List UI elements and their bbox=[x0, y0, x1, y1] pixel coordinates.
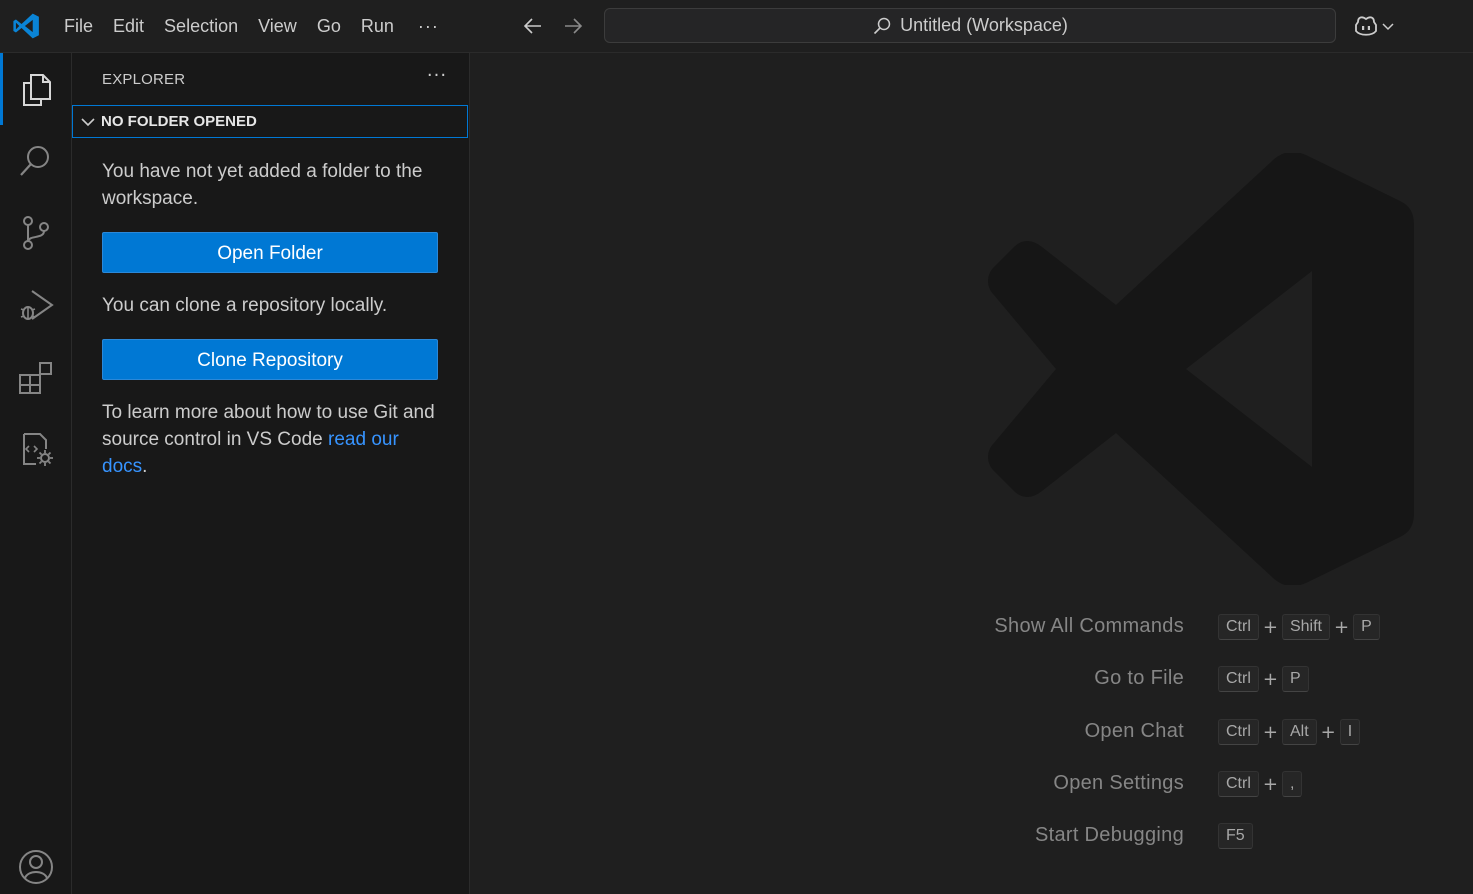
shortcut-keys: Ctrl + Alt + I bbox=[1218, 718, 1361, 746]
explorer-icon bbox=[23, 74, 51, 106]
vscode-logo-icon bbox=[13, 13, 39, 39]
section-title: NO FOLDER OPENED bbox=[101, 113, 257, 130]
key: P bbox=[1281, 666, 1309, 692]
activity-remote-explorer[interactable] bbox=[0, 413, 72, 485]
menu-selection[interactable]: Selection bbox=[154, 9, 248, 43]
activity-explorer[interactable] bbox=[0, 53, 72, 125]
activity-source-control[interactable] bbox=[0, 197, 72, 269]
menu-go[interactable]: Go bbox=[307, 9, 351, 43]
workspace-title: Untitled (Workspace) bbox=[900, 15, 1068, 35]
sidebar-title: EXPLORER bbox=[102, 71, 186, 88]
remote-explorer-icon bbox=[23, 433, 53, 466]
shortcut-label: Show All Commands bbox=[994, 615, 1184, 637]
shortcut-row[interactable]: Go to File Ctrl + P bbox=[970, 665, 1390, 695]
key: Shift bbox=[1281, 614, 1330, 640]
editor-area: Show All Commands Ctrl + Shift + P Go to Fil… bbox=[470, 53, 1473, 894]
shortcut-keys: Ctrl +, bbox=[1218, 770, 1303, 798]
key: Ctrl bbox=[1218, 666, 1259, 692]
key: , bbox=[1281, 771, 1303, 797]
open-folder-button[interactable]: Open Folder bbox=[102, 232, 438, 273]
shortcut-keys: Ctrl + P bbox=[1218, 665, 1309, 693]
command-center[interactable]: Untitled (Workspace) bbox=[604, 8, 1336, 43]
shortcut-keys: Ctrl + Shift + P bbox=[1218, 613, 1380, 641]
clone-repository-button[interactable]: Clone Repository bbox=[102, 339, 438, 380]
git-docs-message: To learn more about how to use Git and s… bbox=[102, 399, 442, 480]
key: Ctrl bbox=[1218, 771, 1259, 797]
key: Alt bbox=[1281, 719, 1317, 745]
accounts-icon bbox=[19, 850, 53, 884]
clone-message: You can clone a repository locally. bbox=[102, 295, 388, 316]
shortcut-row[interactable]: Open Chat Ctrl + Alt + I bbox=[970, 718, 1390, 748]
key: F5 bbox=[1218, 823, 1253, 849]
key-separator: + bbox=[1262, 668, 1278, 690]
activity-bar bbox=[0, 53, 72, 894]
activity-run-debug[interactable] bbox=[0, 269, 72, 341]
search-icon bbox=[874, 17, 891, 34]
shortcut-label: Open Settings bbox=[1053, 772, 1184, 794]
key: Ctrl bbox=[1218, 614, 1259, 640]
activity-extensions[interactable] bbox=[0, 341, 72, 413]
menu-run[interactable]: Run bbox=[351, 9, 404, 43]
shortcut-label: Open Chat bbox=[1084, 720, 1184, 742]
git-docs-suffix: . bbox=[142, 456, 148, 477]
extensions-icon bbox=[19, 362, 52, 394]
vscode-watermark-icon bbox=[988, 153, 1414, 585]
key: P bbox=[1353, 614, 1380, 640]
activity-search[interactable] bbox=[0, 125, 72, 197]
shortcut-label: Go to File bbox=[1094, 667, 1184, 689]
key: I bbox=[1339, 719, 1361, 745]
key-separator: + bbox=[1320, 721, 1336, 743]
menu-file[interactable]: File bbox=[54, 9, 103, 43]
shortcut-row[interactable]: Open Settings Ctrl +, bbox=[970, 770, 1390, 800]
shortcut-row[interactable]: Start Debugging F5 bbox=[970, 822, 1390, 852]
no-folder-section-header[interactable]: NO FOLDER OPENED bbox=[72, 105, 468, 138]
key: Ctrl bbox=[1218, 719, 1259, 745]
shortcut-keys: F5 bbox=[1218, 822, 1253, 850]
back-arrow-icon[interactable] bbox=[521, 14, 545, 38]
shortcut-label: Start Debugging bbox=[1034, 824, 1184, 846]
search-icon bbox=[20, 146, 49, 176]
explorer-sidebar: EXPLORER ··· NO FOLDER OPENED You have n… bbox=[72, 53, 470, 894]
chevron-down-icon bbox=[81, 117, 95, 126]
copilot-button[interactable] bbox=[1352, 13, 1402, 39]
no-folder-message: You have not yet added a folder to the w… bbox=[102, 161, 423, 209]
menu-more-button[interactable]: ··· bbox=[404, 9, 453, 43]
run-debug-icon bbox=[20, 290, 54, 320]
title-bar: File Edit Selection View Go Run ··· Unti… bbox=[0, 0, 1473, 53]
key-separator: + bbox=[1262, 721, 1278, 743]
shortcut-row[interactable]: Show All Commands Ctrl + Shift + P bbox=[970, 613, 1390, 643]
activity-accounts[interactable] bbox=[0, 831, 72, 894]
key-separator: + bbox=[1262, 773, 1278, 795]
copilot-icon bbox=[1355, 16, 1377, 36]
source-control-icon bbox=[23, 216, 49, 250]
chevron-down-icon bbox=[1382, 23, 1394, 31]
key-separator: + bbox=[1262, 616, 1278, 638]
forward-arrow-icon[interactable] bbox=[561, 14, 585, 38]
key-separator: + bbox=[1334, 616, 1350, 638]
menu-edit[interactable]: Edit bbox=[103, 9, 154, 43]
menu-bar: File Edit Selection View Go Run ··· bbox=[54, 0, 453, 52]
sidebar-more-button[interactable]: ··· bbox=[424, 65, 450, 91]
menu-view[interactable]: View bbox=[248, 9, 307, 43]
